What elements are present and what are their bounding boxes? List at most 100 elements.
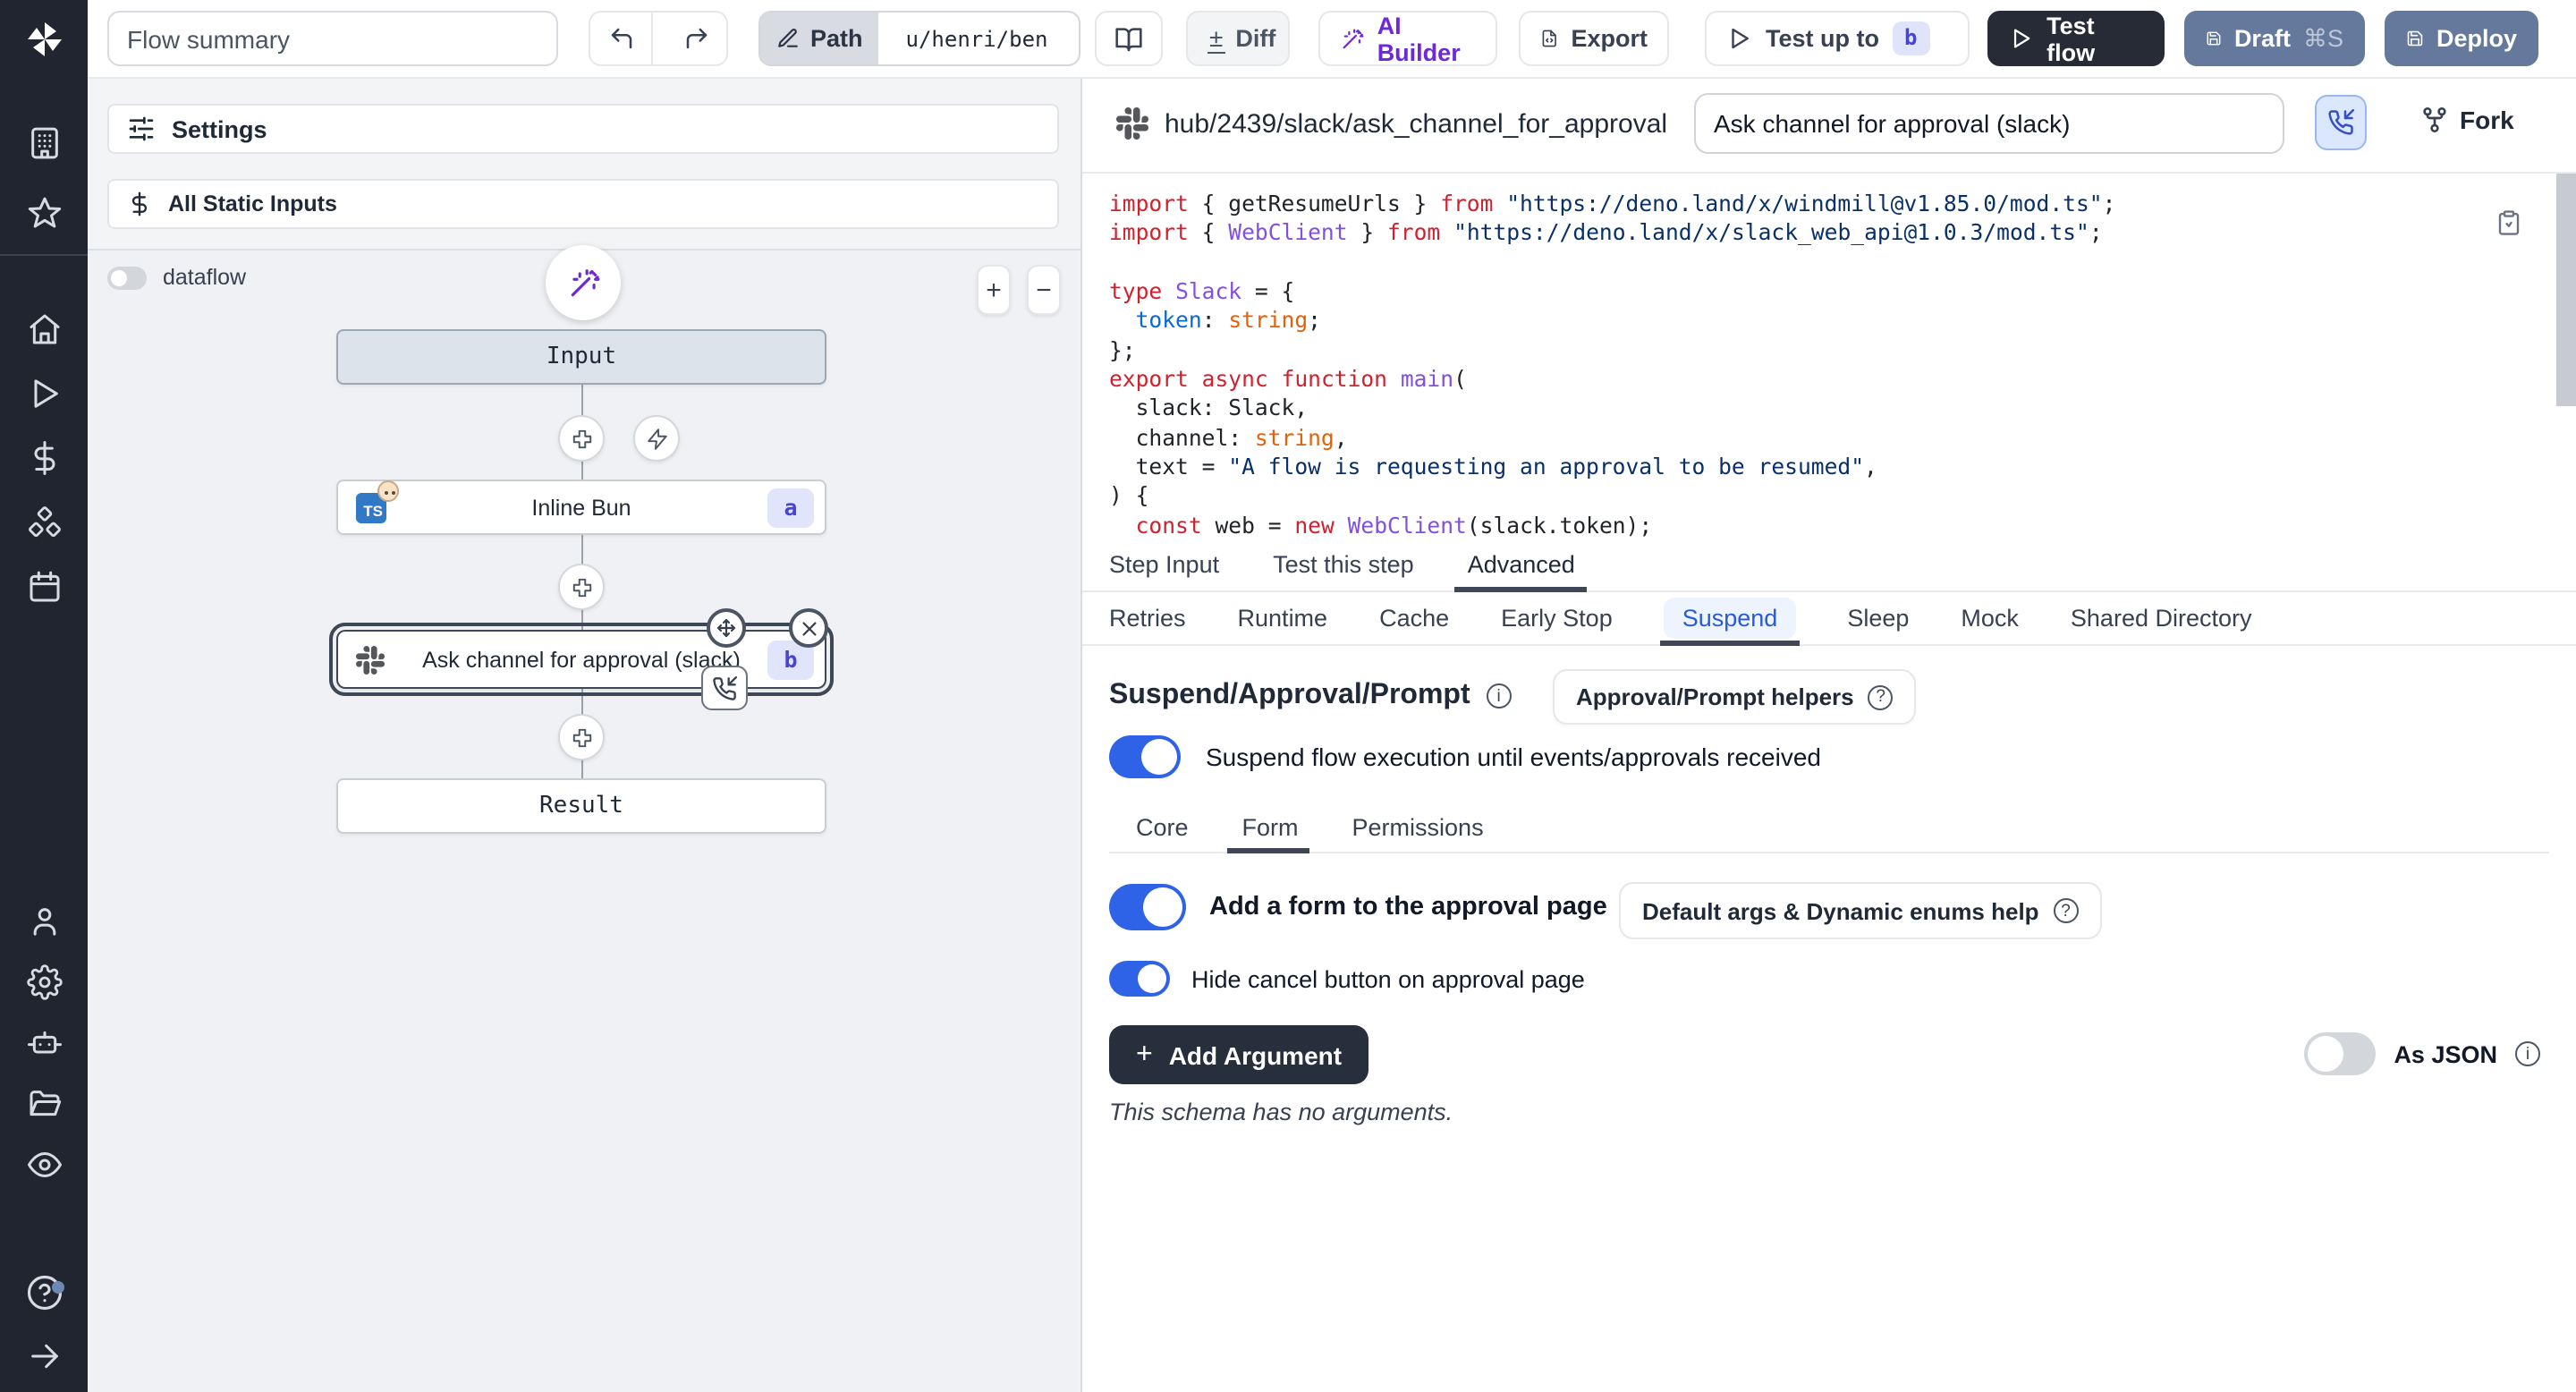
export-button[interactable]: Export	[1519, 11, 1669, 66]
favorites-star-icon[interactable]	[26, 195, 62, 231]
path-value: u/henri/ben	[892, 13, 1063, 64]
subtab-sleep[interactable]: Sleep	[1847, 592, 1909, 644]
flow-settings-card[interactable]: Settings	[107, 104, 1059, 154]
tab-advanced[interactable]: Advanced	[1468, 539, 1575, 590]
suspend-flow-toggle[interactable]	[1109, 735, 1181, 778]
tab-test-this-step[interactable]: Test this step	[1273, 539, 1414, 590]
tab-label: Step Input	[1109, 551, 1219, 578]
expand-sidebar-icon[interactable]	[26, 1338, 62, 1374]
schedules-icon[interactable]	[26, 569, 62, 605]
home-icon[interactable]	[26, 311, 62, 347]
windmill-logo[interactable]	[0, 0, 88, 79]
info-icon[interactable]: i	[2515, 1041, 2540, 1066]
panel-scrollbar[interactable]	[2556, 174, 2576, 406]
ai-builder-button[interactable]: AI Builder	[1318, 11, 1497, 66]
test-flow-label: Test flow	[2046, 12, 2143, 65]
draft-button[interactable]: Draft ⌘S	[2184, 11, 2365, 66]
audit-eye-icon[interactable]	[26, 1147, 62, 1183]
zoom-out-button[interactable]: −	[1027, 265, 1061, 315]
subtab-shared-directory[interactable]: Shared Directory	[2071, 592, 2252, 644]
add-form-toggle[interactable]	[1109, 884, 1186, 930]
subtab-retries[interactable]: Retries	[1109, 592, 1186, 644]
suspend-phone-badge[interactable]	[701, 666, 748, 710]
save-icon	[2206, 25, 2222, 52]
tab-form[interactable]: Form	[1242, 802, 1299, 852]
copy-code-button[interactable]	[2496, 209, 2522, 236]
settings-gear-icon[interactable]	[26, 964, 62, 1000]
dataflow-toggle[interactable]	[107, 266, 147, 289]
play-outline-icon	[2009, 25, 2034, 52]
all-static-inputs-card[interactable]: All Static Inputs	[107, 179, 1059, 229]
result-node[interactable]: Result	[336, 778, 826, 834]
folders-icon[interactable]	[26, 1086, 62, 1122]
step-header: hub/2439/slack/ask_channel_for_approval …	[1082, 79, 2576, 174]
subtab-label: Shared Directory	[2071, 605, 2252, 632]
fork-button[interactable]: Fork	[2420, 106, 2514, 134]
subtab-early-stop[interactable]: Early Stop	[1501, 592, 1613, 644]
deploy-button[interactable]: Deploy	[2385, 11, 2538, 66]
advanced-subtabs: Retries Runtime Cache Early Stop Suspend…	[1082, 592, 2576, 646]
docs-button[interactable]	[1095, 11, 1163, 66]
draft-shortcut: ⌘S	[2303, 24, 2343, 53]
add-step-button[interactable]	[558, 714, 605, 760]
workspace-icon[interactable]	[26, 125, 62, 161]
inline-bun-node[interactable]: TS Inline Bun a	[336, 480, 826, 535]
zoom-in-label: +	[986, 275, 1002, 305]
suspend-inner-tabs: Core Form Permissions	[1109, 802, 2549, 853]
undo-button[interactable]	[590, 13, 653, 64]
test-flow-button[interactable]: Test flow	[1987, 11, 2165, 66]
all-static-inputs-label: All Static Inputs	[168, 191, 337, 216]
step-id-badge-a: a	[767, 488, 814, 527]
approval-node-label: Ask channel for approval (slack)	[338, 647, 825, 672]
as-json-row: As JSON i	[2304, 1032, 2540, 1075]
code-editor[interactable]: import { getResumeUrls } from "https://d…	[1082, 174, 2555, 555]
runs-icon[interactable]	[26, 376, 62, 412]
draft-label: Draft	[2234, 25, 2291, 52]
resources-icon[interactable]	[26, 505, 62, 540]
default-args-label: Default args & Dynamic enums help	[1642, 897, 2039, 924]
dataflow-label: dataflow	[163, 265, 246, 290]
flow-summary-input[interactable]	[107, 11, 558, 66]
subtab-mock[interactable]: Mock	[1961, 592, 2019, 644]
suspend-indicator-button[interactable]	[2315, 95, 2367, 150]
flow-graph-canvas[interactable]: dataflow + − Input TS Inline Bun	[88, 250, 1079, 1392]
add-argument-button[interactable]: + Add Argument	[1109, 1025, 1368, 1084]
windmill-flow-editor: Path u/henri/ben ± Diff AI Builder Expor…	[0, 0, 2576, 1392]
subtab-suspend[interactable]: Suspend	[1665, 592, 1796, 644]
subtab-runtime[interactable]: Runtime	[1238, 592, 1328, 644]
add-step-button[interactable]	[558, 564, 605, 610]
suspend-heading-label: Suspend/Approval/Prompt	[1109, 680, 1470, 712]
test-up-to-button[interactable]: Test up to b	[1705, 11, 1970, 66]
step-name-input[interactable]	[1694, 93, 2284, 154]
tab-core[interactable]: Core	[1136, 802, 1189, 852]
empty-schema-text: This schema has no arguments.	[1109, 1099, 1453, 1125]
tab-step-input[interactable]: Step Input	[1109, 539, 1219, 590]
as-json-toggle[interactable]	[2304, 1032, 2376, 1075]
add-trigger-button[interactable]	[633, 415, 680, 462]
diff-button[interactable]: ± Diff	[1186, 11, 1290, 66]
default-args-help-button[interactable]: Default args & Dynamic enums help ?	[1619, 882, 2102, 939]
users-icon[interactable]	[26, 904, 62, 939]
path-button[interactable]: Path u/henri/ben	[758, 11, 1080, 66]
plus-icon: +	[1136, 1040, 1153, 1069]
pencil-icon	[776, 27, 800, 50]
input-node[interactable]: Input	[336, 329, 826, 385]
ai-builder-label: AI Builder	[1377, 12, 1476, 65]
hide-cancel-toggle[interactable]	[1109, 961, 1170, 997]
info-icon[interactable]: i	[1487, 683, 1512, 709]
ai-flow-wand-button[interactable]	[546, 245, 621, 320]
move-node-button[interactable]	[707, 608, 746, 648]
tab-permissions[interactable]: Permissions	[1352, 802, 1484, 852]
tab-label: Test this step	[1273, 551, 1414, 578]
approval-prompt-helpers-button[interactable]: Approval/Prompt helpers ?	[1553, 669, 1917, 725]
subtab-cache[interactable]: Cache	[1379, 592, 1449, 644]
delete-node-button[interactable]	[789, 608, 828, 648]
diff-icon: ±	[1208, 24, 1224, 53]
redo-button[interactable]	[665, 13, 726, 64]
add-step-button[interactable]	[558, 415, 605, 462]
move-icon	[716, 617, 737, 639]
workers-robot-icon[interactable]	[26, 1025, 62, 1061]
approval-node-selected[interactable]: Ask channel for approval (slack) b	[336, 630, 826, 689]
zoom-in-button[interactable]: +	[977, 265, 1011, 315]
variables-icon[interactable]	[26, 440, 62, 476]
